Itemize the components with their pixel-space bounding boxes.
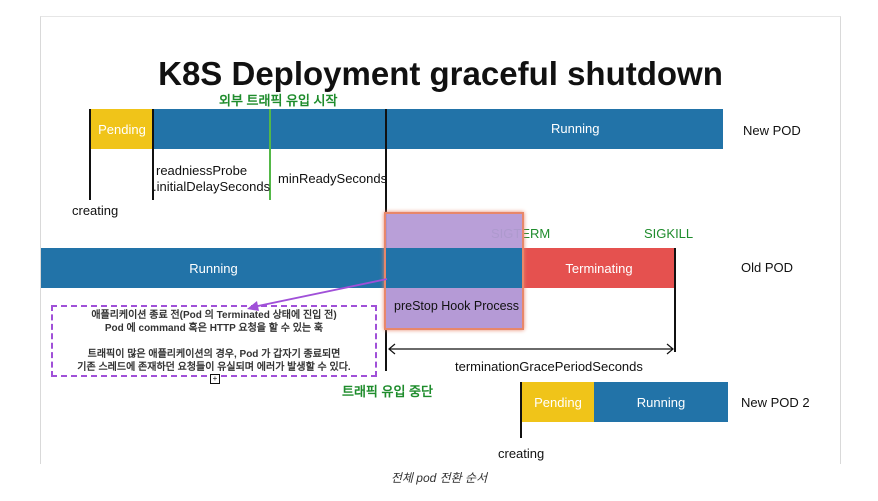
new-pod-running-label: Running bbox=[551, 121, 600, 136]
creating-marker-line bbox=[89, 109, 91, 200]
readiness-probe-label-2: .initialDelaySeconds bbox=[153, 179, 271, 194]
creating-label-new2: creating bbox=[498, 446, 545, 461]
new-pod-label: New POD bbox=[743, 123, 801, 138]
new-pod-pending-bar: Pending bbox=[91, 109, 153, 149]
annotation-text: 애플리케이션 종료 전(Pod 의 Terminated 상태에 진입 전) P… bbox=[55, 309, 373, 374]
annotation-pointer-arrow bbox=[247, 278, 388, 311]
traffic-start-label: 외부 트래픽 유입 시작 bbox=[219, 93, 338, 108]
min-ready-seconds-label: minReadySeconds bbox=[278, 171, 388, 186]
new-pod2-label: New POD 2 bbox=[741, 395, 810, 410]
annotation-line-3: 트래픽이 많은 애플리케이션의 경우, Pod 가 갑자기 종료되면 bbox=[87, 349, 341, 360]
diagram-title: K8S Deployment graceful shutdown bbox=[158, 55, 723, 92]
creating-marker-line-2 bbox=[520, 382, 522, 438]
annotation-line-4: 기존 스레드에 존재하던 요청들이 유실되며 에러가 발생할 수 있다. bbox=[77, 362, 351, 373]
figure-caption: 전체 pod 전환 순서 bbox=[390, 471, 488, 485]
new-pod-running-bar bbox=[153, 109, 723, 149]
grace-period-arrow bbox=[388, 343, 674, 355]
old-pod-label: Old POD bbox=[741, 260, 794, 275]
grace-period-label: terminationGracePeriodSeconds bbox=[455, 359, 643, 374]
prestop-hook-label: preStop Hook Process bbox=[394, 299, 520, 313]
creating-label-new: creating bbox=[72, 203, 119, 218]
readiness-probe-label-1: readniessProbe bbox=[156, 163, 248, 178]
annotation-line-2: Pod 에 command 혹은 HTTP 요청을 할 수 있는 훅 bbox=[104, 323, 324, 334]
new-pod2-running-bar: Running bbox=[594, 382, 728, 422]
new-pod2-pending-bar: Pending bbox=[522, 382, 594, 422]
sigkill-label: SIGKILL bbox=[644, 226, 694, 241]
move-handle-icon[interactable]: + bbox=[210, 374, 220, 384]
sigkill-marker-line bbox=[674, 248, 676, 352]
diagram-slide: K8S Deployment graceful shutdown 외부 트래픽 … bbox=[40, 16, 841, 464]
traffic-stop-label: 트래픽 유입 중단 bbox=[342, 384, 433, 399]
old-pod-terminating-bar: Terminating bbox=[524, 248, 674, 288]
